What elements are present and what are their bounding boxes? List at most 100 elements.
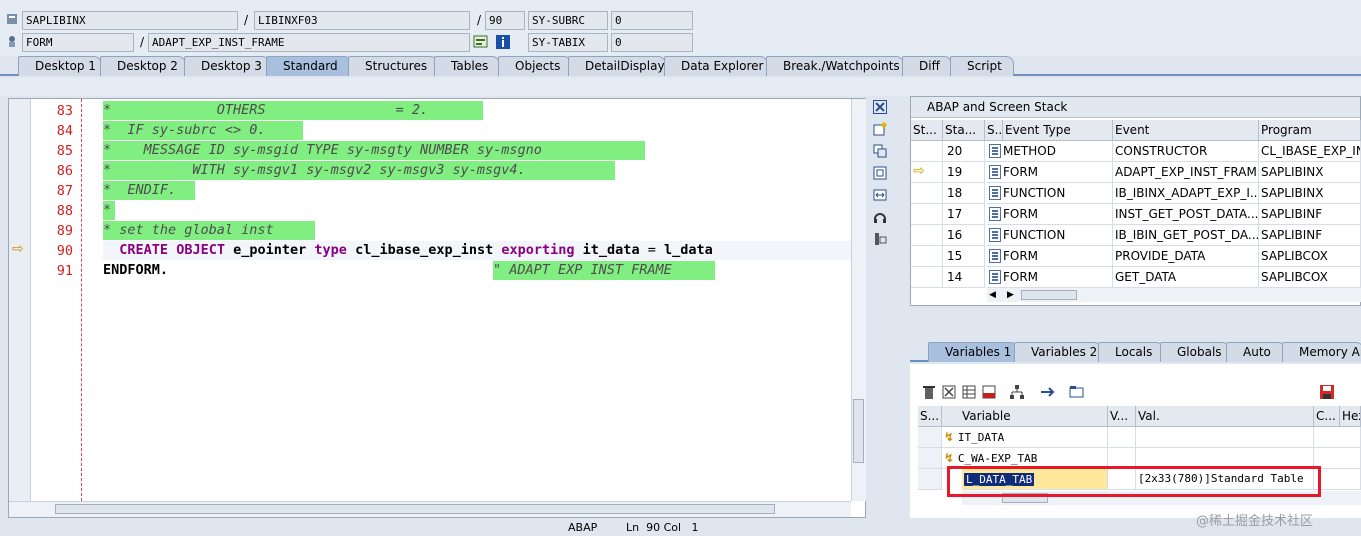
tab-desktop-1[interactable]: Desktop 1 <box>18 56 102 76</box>
table-row-marker[interactable] <box>911 183 943 204</box>
scroll-thumb[interactable] <box>853 399 864 463</box>
program-cell[interactable]: SAPLIBINF <box>1259 204 1361 225</box>
program-cell[interactable]: SAPLIBCOX <box>1259 267 1361 288</box>
column-header[interactable]: Event Type <box>1003 120 1113 141</box>
column-header[interactable]: St... <box>911 120 943 141</box>
include-field[interactable]: LIBINXF03 <box>254 11 470 30</box>
tab-locals[interactable]: Locals <box>1098 342 1164 362</box>
save-variables-icon[interactable] <box>980 384 998 400</box>
event-cell[interactable]: PROVIDE_DATA <box>1113 246 1259 267</box>
table-row-marker[interactable] <box>911 141 943 162</box>
stack-horizontal-scrollbar[interactable]: ◀ ▶ <box>987 288 1361 302</box>
tab-diff[interactable]: Diff <box>902 56 952 76</box>
sy-subrc-value[interactable]: 0 <box>611 11 693 30</box>
close-icon[interactable] <box>872 100 888 116</box>
column-header[interactable]: V... <box>1108 406 1136 427</box>
swap-tool-icon[interactable] <box>872 144 888 160</box>
program-cell[interactable]: SAPLIBINX <box>1259 162 1361 183</box>
edit-grid-icon[interactable] <box>960 384 978 400</box>
tab-data-explorer[interactable]: Data Explorer <box>664 56 768 76</box>
program-cell[interactable]: SAPLIBCOX <box>1259 246 1361 267</box>
table-row-marker[interactable] <box>911 204 943 225</box>
row-selector[interactable] <box>918 427 942 448</box>
column-header[interactable]: Program <box>1259 120 1361 141</box>
row-selector[interactable] <box>918 448 942 469</box>
line-field[interactable]: 90 <box>485 11 525 30</box>
event-type-cell[interactable]: FUNCTION <box>987 183 1113 204</box>
table-row-marker[interactable] <box>911 267 943 288</box>
new-tool-icon[interactable] <box>872 122 888 138</box>
info-icon[interactable] <box>495 34 510 49</box>
tab-breakpoints[interactable]: Break./Watchpoints <box>766 56 904 76</box>
column-header[interactable]: Event <box>1113 120 1259 141</box>
column-header[interactable]: S... <box>985 120 1003 141</box>
event-type-cell[interactable]: FUNCTION <box>987 225 1113 246</box>
resize-icon[interactable] <box>872 188 888 204</box>
value-cell[interactable] <box>1314 448 1361 469</box>
tab-standard[interactable]: Standard <box>266 56 352 76</box>
tab-memory-analysis[interactable]: Memory Ana <box>1282 342 1361 362</box>
event-cell[interactable]: ADAPT_EXP_INST_FRAM... <box>1113 162 1259 183</box>
editor-vertical-scrollbar[interactable] <box>851 99 866 501</box>
tab-variables-1[interactable]: Variables 1 <box>928 342 1018 362</box>
tab-globals[interactable]: Globals <box>1160 342 1230 362</box>
column-header[interactable]: Sta... <box>943 120 985 141</box>
variable-cell[interactable]: ↯ IT_DATA <box>942 427 1108 448</box>
hierarchy-icon[interactable] <box>1008 384 1026 400</box>
tab-desktop-2[interactable]: Desktop 2 <box>100 56 186 76</box>
program-field[interactable]: SAPLIBINX <box>22 11 238 30</box>
scroll-thumb[interactable] <box>55 504 775 514</box>
event-cell[interactable]: IB_IBINX_ADAPT_EXP_I... <box>1113 183 1259 204</box>
tab-desktop-3[interactable]: Desktop 3 <box>184 56 270 76</box>
event-type-cell[interactable]: FORM <box>987 246 1113 267</box>
event-name-field[interactable]: ADAPT_EXP_INST_FRAME <box>148 33 470 52</box>
event-cell[interactable]: CONSTRUCTOR <box>1113 141 1259 162</box>
table-row-marker[interactable] <box>911 246 943 267</box>
column-header[interactable]: Val. <box>1136 406 1314 427</box>
event-type-cell[interactable]: METHOD <box>987 141 1113 162</box>
services-icon[interactable] <box>872 210 888 226</box>
navigate-icon[interactable] <box>1038 384 1056 400</box>
scroll-right-icon[interactable]: ▶ <box>1007 288 1014 302</box>
value-cell[interactable] <box>1108 427 1136 448</box>
event-type-cell[interactable]: FORM <box>987 204 1113 225</box>
table-row-marker[interactable] <box>911 225 943 246</box>
tab-tables[interactable]: Tables <box>434 56 500 76</box>
source-editor[interactable]: ⇨ 83 84 85 86 87 88 89 90 91 * OTHERS = … <box>8 98 866 518</box>
value-cell[interactable] <box>1314 469 1361 490</box>
column-header[interactable]: S... <box>918 406 942 427</box>
event-cell[interactable]: GET_DATA <box>1113 267 1259 288</box>
tab-detail-display[interactable]: DetailDisplay <box>568 56 666 76</box>
scroll-thumb[interactable] <box>1021 290 1077 300</box>
tab-script[interactable]: Script <box>950 56 1014 76</box>
delete-icon[interactable] <box>920 384 938 400</box>
display-object-icon[interactable] <box>473 34 488 48</box>
delete-all-icon[interactable] <box>940 384 958 400</box>
maximize-icon[interactable] <box>872 166 888 182</box>
tab-variables-2[interactable]: Variables 2 <box>1014 342 1102 362</box>
program-cell[interactable]: SAPLIBINX <box>1259 183 1361 204</box>
settings-icon[interactable] <box>872 232 888 248</box>
editor-horizontal-scrollbar[interactable] <box>9 501 851 517</box>
event-type-field[interactable]: FORM <box>22 33 134 52</box>
row-selector[interactable] <box>918 469 942 490</box>
event-type-cell[interactable]: FORM <box>987 162 1113 183</box>
column-header[interactable]: C... <box>1314 406 1340 427</box>
event-cell[interactable]: IB_IBIN_GET_POST_DA... <box>1113 225 1259 246</box>
event-cell[interactable]: INST_GET_POST_DATA... <box>1113 204 1259 225</box>
value-cell[interactable] <box>1136 427 1314 448</box>
event-type-cell[interactable]: FORM <box>987 267 1113 288</box>
tab-auto[interactable]: Auto <box>1226 342 1286 362</box>
column-header[interactable]: Variable <box>942 406 1108 427</box>
folder-icon[interactable] <box>1068 384 1086 400</box>
sy-tabix-value[interactable]: 0 <box>611 33 693 52</box>
program-cell[interactable]: CL_IBASE_EXP_INST <box>1259 141 1361 162</box>
tab-structures[interactable]: Structures <box>348 56 438 76</box>
breakpoint-gutter[interactable] <box>9 99 31 517</box>
program-cell[interactable]: SAPLIBINF <box>1259 225 1361 246</box>
tab-objects[interactable]: Objects <box>498 56 572 76</box>
column-header[interactable]: Hex <box>1340 406 1361 427</box>
value-cell[interactable] <box>1314 427 1361 448</box>
scroll-left-icon[interactable]: ◀ <box>989 288 996 302</box>
save-icon[interactable] <box>1318 384 1336 400</box>
